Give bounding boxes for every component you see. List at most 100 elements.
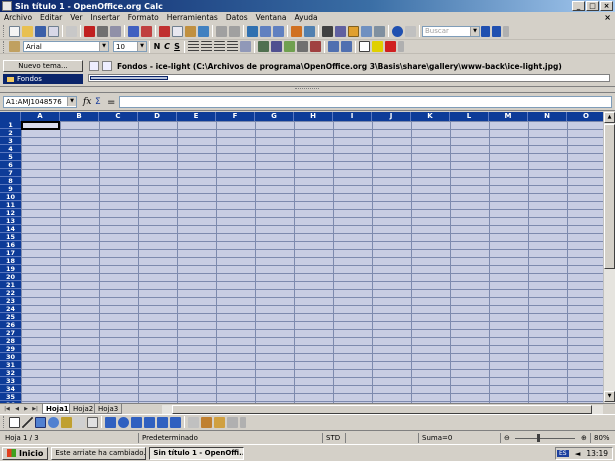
basic-shapes-icon[interactable] [105, 416, 116, 428]
first-sheet-icon[interactable]: |◀ [3, 405, 11, 413]
row-header[interactable]: 15 [0, 233, 21, 241]
zoom-percent[interactable]: 80% [590, 433, 610, 443]
column-header[interactable]: O [567, 112, 603, 121]
toolbar-grip[interactable] [3, 25, 6, 37]
name-box[interactable]: A1:AMJ1048576 ▼ [3, 96, 77, 108]
scroll-up-icon[interactable]: ▲ [604, 112, 615, 123]
menu-ventana[interactable]: Ventana [252, 13, 291, 22]
text-icon[interactable] [74, 416, 85, 428]
next-sheet-icon[interactable]: ▶ [22, 405, 30, 413]
borders-icon[interactable] [359, 41, 370, 52]
language-indicator[interactable]: ES [556, 449, 569, 457]
menu-archivo[interactable]: Archivo [0, 13, 36, 22]
rectangle-icon[interactable] [35, 416, 46, 428]
datasources-icon[interactable] [361, 25, 372, 37]
chevron-down-icon[interactable]: ▼ [99, 42, 108, 51]
volume-icon[interactable]: ◄ [575, 449, 581, 458]
column-header[interactable]: N [528, 112, 567, 121]
export-pdf-icon[interactable] [84, 25, 95, 37]
row-header[interactable]: 29 [0, 345, 21, 353]
row-header[interactable]: 22 [0, 289, 21, 297]
row-header[interactable]: 35 [0, 393, 21, 401]
icon-view-icon[interactable] [89, 61, 99, 71]
paste-icon[interactable] [185, 25, 196, 37]
menu-insertar[interactable]: Insertar [87, 13, 124, 22]
align-center-icon[interactable] [201, 41, 212, 52]
draw-functions-icon[interactable] [304, 25, 315, 37]
row-header[interactable]: 14 [0, 225, 21, 233]
row-header[interactable]: 8 [0, 177, 21, 185]
email-icon[interactable] [48, 25, 59, 37]
column-header[interactable]: M [489, 112, 528, 121]
selection-mode-status[interactable]: STD [322, 433, 340, 443]
toolbar-options-icon[interactable] [240, 416, 246, 428]
symbol-shapes-icon[interactable] [118, 416, 129, 428]
callout-shapes-icon[interactable] [157, 416, 168, 428]
column-header[interactable]: I [333, 112, 372, 121]
whats-this-icon[interactable] [405, 25, 416, 37]
maximize-button[interactable]: □ [586, 1, 599, 11]
chart-icon[interactable] [291, 25, 302, 37]
align-left-icon[interactable] [188, 41, 199, 52]
stars-icon[interactable] [170, 416, 181, 428]
italic-button[interactable]: C [162, 42, 172, 51]
row-header[interactable]: 13 [0, 217, 21, 225]
ellipse-icon[interactable] [48, 416, 59, 428]
row-header[interactable]: 23 [0, 297, 21, 305]
row-header[interactable]: 7 [0, 169, 21, 177]
spellcheck-icon[interactable] [128, 25, 139, 37]
taskbar-item-browser[interactable]: Este arriate ha cambiado... [51, 446, 147, 460]
row-header[interactable]: 24 [0, 305, 21, 313]
find-next-icon[interactable] [481, 25, 490, 37]
zoom-out-icon[interactable]: ⊖ [500, 433, 510, 443]
row-header[interactable]: 27 [0, 329, 21, 337]
active-cell-a1[interactable] [21, 121, 60, 130]
column-header[interactable]: G [255, 112, 294, 121]
print-icon[interactable] [97, 25, 108, 37]
row-header[interactable]: 1 [0, 121, 21, 129]
row-header[interactable]: 9 [0, 185, 21, 193]
extrusion-icon[interactable] [227, 416, 238, 428]
underline-button[interactable]: S [172, 42, 182, 51]
sum-icon[interactable]: Σ [95, 97, 107, 107]
row-header[interactable]: 6 [0, 161, 21, 169]
save-icon[interactable] [35, 25, 46, 37]
menu-formato[interactable]: Formato [124, 13, 163, 22]
new-document-icon[interactable] [9, 25, 20, 37]
from-file-icon[interactable] [201, 416, 212, 428]
document-close-icon[interactable]: × [604, 13, 611, 22]
justify-icon[interactable] [227, 41, 238, 52]
search-field[interactable]: Buscar ▼ [422, 25, 480, 37]
points-icon[interactable] [188, 416, 199, 428]
line-icon[interactable] [22, 416, 33, 428]
prev-sheet-icon[interactable]: ◀ [13, 405, 21, 413]
merge-cells-icon[interactable] [240, 41, 251, 52]
currency-format-icon[interactable] [258, 41, 269, 52]
row-header[interactable]: 16 [0, 241, 21, 249]
menu-datos[interactable]: Datos [222, 13, 252, 22]
tab-hoja3[interactable]: Hoja3 [94, 404, 123, 414]
row-header[interactable]: 21 [0, 281, 21, 289]
bold-button[interactable]: N [152, 42, 162, 51]
row-header[interactable]: 20 [0, 273, 21, 281]
select-arrow-icon[interactable] [9, 416, 20, 428]
row-header[interactable]: 5 [0, 153, 21, 161]
clone-format-icon[interactable] [198, 25, 209, 37]
sum-status[interactable]: Suma=0 [418, 433, 452, 443]
column-header[interactable]: C [99, 112, 138, 121]
edit-file-icon[interactable] [66, 25, 77, 37]
row-header[interactable]: 10 [0, 193, 21, 201]
toolbar-options-icon[interactable] [398, 41, 404, 52]
column-header[interactable]: A [21, 112, 60, 121]
column-header[interactable]: E [177, 112, 216, 121]
navigator-icon[interactable] [335, 25, 346, 37]
standard-format-icon[interactable] [284, 41, 295, 52]
callouts-icon[interactable] [87, 416, 98, 428]
hyperlink-icon[interactable] [247, 25, 258, 37]
redo-icon[interactable] [229, 25, 240, 37]
row-header[interactable]: 2 [0, 129, 21, 137]
find-replace-icon[interactable] [322, 25, 333, 37]
vertical-scroll-thumb[interactable] [604, 124, 615, 269]
freeform-line-icon[interactable] [61, 416, 72, 428]
row-header[interactable]: 26 [0, 321, 21, 329]
